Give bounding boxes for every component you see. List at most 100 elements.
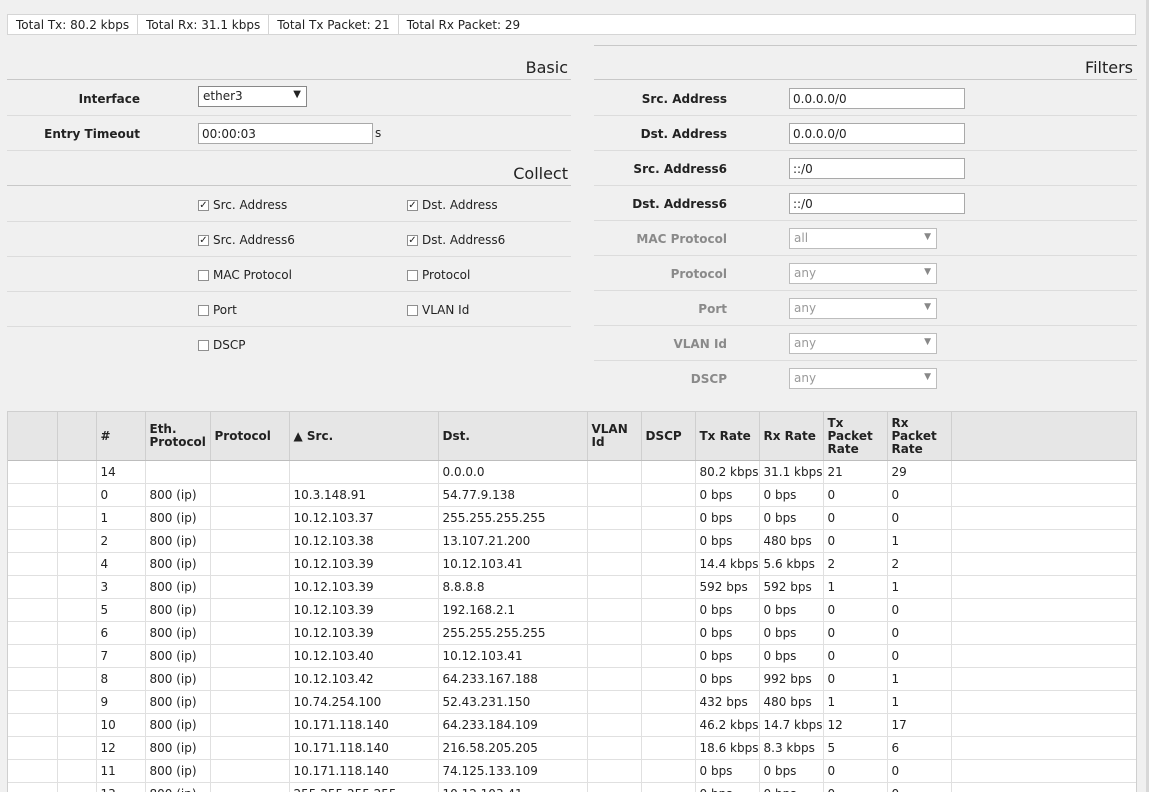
- filter-dst-address6-label: Dst. Address6: [632, 197, 727, 211]
- cell-tx-packet-rate: 0: [823, 644, 888, 668]
- col-protocol[interactable]: Protocol: [210, 412, 290, 461]
- basic-title: Basic: [525, 58, 568, 77]
- cell-rx-rate: 0 bps: [759, 483, 824, 507]
- collect-dst-address6-checkbox[interactable]: ✓ Dst. Address6: [407, 233, 505, 247]
- cell-protocol: [210, 782, 290, 792]
- table-row[interactable]: 7 800 (ip) 10.12.103.40 10.12.103.41 0 bps 0 …: [8, 644, 1136, 668]
- collect-src-address-checkbox[interactable]: ✓ Src. Address: [198, 198, 287, 212]
- collect-vlan-id-checkbox[interactable]: VLAN Id: [407, 303, 469, 317]
- collect-dscp-label: DSCP: [213, 338, 246, 352]
- dropdown-arrow-icon: ▼: [293, 89, 301, 100]
- cell-empty: [8, 529, 58, 553]
- cell-filler: [951, 575, 1136, 599]
- cell-eth-protocol: 800 (ip): [145, 575, 211, 599]
- collect-dst-address-checkbox[interactable]: ✓ Dst. Address: [407, 198, 498, 212]
- col-src[interactable]: ▲ Src.: [289, 412, 439, 461]
- cell-dst: 64.233.184.109: [438, 713, 588, 737]
- collect-protocol-checkbox[interactable]: Protocol: [407, 268, 470, 282]
- cell-num: 1: [96, 506, 146, 530]
- collect-port-checkbox[interactable]: Port: [198, 303, 237, 317]
- table-row[interactable]: 1 800 (ip) 10.12.103.37 255.255.255.255 0 bp…: [8, 506, 1136, 530]
- cell-empty: [8, 759, 58, 783]
- col-rx-packet-rate[interactable]: Rx Packet Rate: [887, 412, 952, 461]
- cell-dscp: [641, 759, 696, 783]
- table-row[interactable]: 9 800 (ip) 10.74.254.100 52.43.231.150 432 b…: [8, 690, 1136, 714]
- cell-empty: [8, 782, 58, 792]
- table-row[interactable]: 3 800 (ip) 10.12.103.39 8.8.8.8 592 bps 592 b…: [8, 575, 1136, 599]
- table-row[interactable]: 0 800 (ip) 10.3.148.91 54.77.9.138 0 bps 0 bp…: [8, 483, 1136, 507]
- cell-rx-packet-rate: 1: [887, 690, 952, 714]
- cell-dscp: [641, 713, 696, 737]
- filter-src-address6-input[interactable]: [789, 158, 965, 179]
- cell-eth-protocol: 800 (ip): [145, 506, 211, 530]
- table-row[interactable]: 4 800 (ip) 10.12.103.39 10.12.103.41 14.4 kb…: [8, 552, 1136, 576]
- filter-mac-protocol-select[interactable]: all ▼: [789, 228, 937, 249]
- filters-title: Filters: [1085, 58, 1133, 77]
- status-bar: Total Tx: 80.2 kbps Total Rx: 31.1 kbps …: [7, 14, 1136, 35]
- col-num[interactable]: #: [96, 412, 146, 461]
- col-dscp[interactable]: DSCP: [641, 412, 696, 461]
- col-eth-protocol[interactable]: Eth. Protocol: [145, 412, 211, 461]
- cell-eth-protocol: 800 (ip): [145, 690, 211, 714]
- cell-num: 12: [96, 736, 146, 760]
- cell-rx-packet-rate: 1: [887, 529, 952, 553]
- collect-vlan-id-label: VLAN Id: [422, 303, 470, 317]
- total-tx: Total Tx: 80.2 kbps: [8, 15, 139, 34]
- col-tx-packet-rate[interactable]: Tx Packet Rate: [823, 412, 888, 461]
- cell-protocol: [210, 736, 290, 760]
- col-tx-rate[interactable]: Tx Rate: [695, 412, 760, 461]
- entry-timeout-input[interactable]: [198, 123, 373, 144]
- filter-dst-address6-row: Dst. Address6: [594, 186, 1137, 221]
- table-row[interactable]: 6 800 (ip) 10.12.103.39 255.255.255.255 0 bp…: [8, 621, 1136, 645]
- cell-filler: [951, 644, 1136, 668]
- cell-dst: 192.168.2.1: [438, 598, 588, 622]
- table-row[interactable]: 13800 (ip) 255.255.255.25510.12.103.41 0 b…: [8, 782, 1136, 792]
- table-row[interactable]: 14 0.0.0.0 80.2 kbps 31.1 kbps 21 29: [8, 460, 1136, 484]
- cell-tx-rate: 18.6 kbps: [695, 736, 760, 760]
- table-row[interactable]: 2 800 (ip) 10.12.103.38 13.107.21.200 0 bps 4…: [8, 529, 1136, 553]
- cell-empty: [57, 759, 97, 783]
- cell-dscp: [641, 667, 696, 691]
- cell-filler: [951, 690, 1136, 714]
- filter-vlan-id-select[interactable]: any ▼: [789, 333, 937, 354]
- cell-filler: [951, 759, 1136, 783]
- cell-dst: 74.125.133.109: [438, 759, 588, 783]
- collect-mac-protocol-checkbox[interactable]: MAC Protocol: [198, 268, 292, 282]
- cell-protocol: [210, 759, 290, 783]
- filter-src-address6-label: Src. Address6: [633, 162, 727, 176]
- col-rx-rate[interactable]: Rx Rate: [759, 412, 824, 461]
- table-row[interactable]: 11 800 (ip) 10.171.118.140 74.125.133.109 0 …: [8, 759, 1136, 783]
- cell-eth-protocol: 800 (ip): [145, 759, 211, 783]
- cell-filler: [951, 713, 1136, 737]
- filter-protocol-select[interactable]: any ▼: [789, 263, 937, 284]
- table-row[interactable]: 10 800 (ip) 10.171.118.140 64.233.184.109 46…: [8, 713, 1136, 737]
- table-header-row: # Eth. Protocol Protocol ▲ Src. Dst. VLA…: [8, 412, 1136, 461]
- table-row[interactable]: 8 800 (ip) 10.12.103.42 64.233.167.188 0 bps…: [8, 667, 1136, 691]
- cell-src: 10.3.148.91: [289, 483, 439, 507]
- cell-dscp: [641, 483, 696, 507]
- col-vlan-id[interactable]: VLAN Id: [587, 412, 642, 461]
- cell-filler: [951, 529, 1136, 553]
- filter-dst-address6-input[interactable]: [789, 193, 965, 214]
- cell-num: 8: [96, 667, 146, 691]
- col-select[interactable]: [8, 412, 58, 461]
- filter-port-label: Port: [698, 302, 727, 316]
- interface-select[interactable]: ether3 ▼: [198, 86, 307, 107]
- cell-src: 10.12.103.40: [289, 644, 439, 668]
- col-dst[interactable]: Dst.: [438, 412, 588, 461]
- filter-dscp-select[interactable]: any ▼: [789, 368, 937, 389]
- filter-port-select[interactable]: any ▼: [789, 298, 937, 319]
- table-row[interactable]: 12 800 (ip) 10.171.118.140 216.58.205.205 18…: [8, 736, 1136, 760]
- cell-rx-packet-rate: 0: [887, 759, 952, 783]
- col-flags[interactable]: [57, 412, 97, 461]
- cell-tx-rate: 592 bps: [695, 575, 760, 599]
- collect-dscp-checkbox[interactable]: DSCP: [198, 338, 245, 352]
- filter-dst-address-input[interactable]: [789, 123, 965, 144]
- total-rx-packet: Total Rx Packet: 29: [406, 17, 521, 32]
- cell-tx-rate: 432 bps: [695, 690, 760, 714]
- table-row[interactable]: 5 800 (ip) 10.12.103.39 192.168.2.1 0 bps 0 b…: [8, 598, 1136, 622]
- filter-src-address-input[interactable]: [789, 88, 965, 109]
- collect-src-address6-checkbox[interactable]: ✓ Src. Address6: [198, 233, 295, 247]
- cell-src: 10.74.254.100: [289, 690, 439, 714]
- cell-empty: [57, 506, 97, 530]
